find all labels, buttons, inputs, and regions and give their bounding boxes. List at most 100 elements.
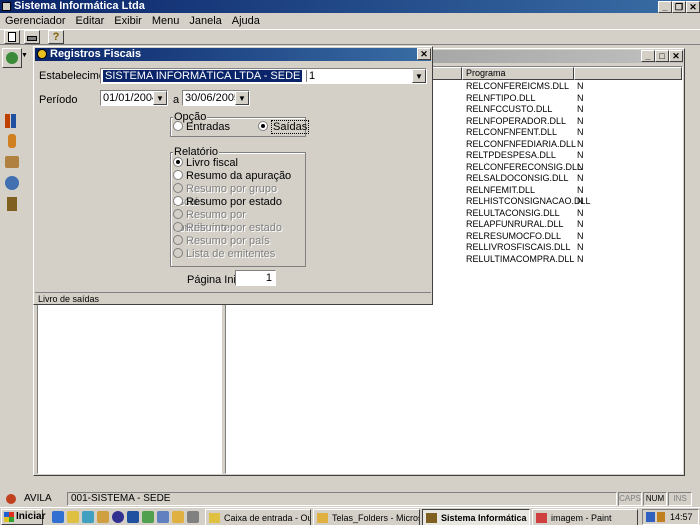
estabelecimento-dropdown-icon[interactable]: ▼: [412, 69, 426, 83]
task-outlook[interactable]: Caixa de entrada - Outl...: [205, 509, 311, 525]
menu-editar[interactable]: Editar: [71, 13, 110, 29]
taskbar: Iniciar Caixa de entrada - Outl... Telas…: [0, 507, 700, 525]
child-close-icon[interactable]: ✕: [669, 50, 683, 62]
books-icon[interactable]: [3, 112, 23, 132]
quick-desktop-icon[interactable]: [82, 511, 94, 523]
system-tray: 14:57: [642, 509, 699, 525]
help-icon[interactable]: ?: [48, 30, 64, 44]
table-row[interactable]: RELCONFNFEDIARIA.DLL N: [466, 139, 666, 151]
tray-network-icon[interactable]: [646, 512, 655, 522]
program-flag: N: [577, 207, 584, 218]
menu-exibir[interactable]: Exibir: [109, 13, 147, 29]
new-document-icon[interactable]: [4, 30, 20, 44]
quick-explorer-icon[interactable]: [97, 511, 109, 523]
table-row[interactable]: RELCONFEREICMS.DLL N: [466, 81, 666, 93]
person-icon[interactable]: [3, 132, 23, 152]
tools-icon[interactable]: [3, 153, 23, 173]
table-row[interactable]: RELNFOPERADOR.DLL N: [466, 116, 666, 128]
date-from-dropdown-icon[interactable]: ▼: [153, 91, 167, 105]
menu-janela[interactable]: Janela: [184, 13, 226, 29]
dialog-close-icon[interactable]: ✕: [417, 48, 431, 60]
program-name: RELSALDOCONSIG.DLL: [466, 173, 569, 183]
date-from-input[interactable]: 01/01/2004 ▼: [100, 90, 168, 106]
close-icon[interactable]: ✕: [686, 1, 700, 13]
program-name: RELTPDESPESA.DLL: [466, 150, 556, 160]
quick-media-icon[interactable]: [112, 511, 124, 523]
radio-icon: [173, 170, 183, 181]
radio-entradas[interactable]: Entradas: [173, 121, 230, 134]
exit-door-icon[interactable]: [3, 195, 23, 215]
table-row[interactable]: RELRESUMOCFO.DLL N: [466, 231, 666, 243]
task-paint[interactable]: imagem - Paint: [532, 509, 638, 525]
dialog-status-text: Livro de saídas: [38, 294, 100, 304]
relatorio-option[interactable]: Livro fiscal: [173, 157, 303, 170]
radio-saidas-label: Saídas: [271, 120, 310, 134]
table-row[interactable]: RELNFCCUSTO.DLL N: [466, 104, 666, 116]
start-label: Iniciar: [16, 511, 46, 522]
relatorio-option-label: Livro fiscal: [186, 157, 238, 169]
table-row[interactable]: RELLIVROSFISCAIS.DLL N: [466, 242, 666, 254]
restore-icon[interactable]: ❐: [672, 1, 686, 13]
estabelecimento-value: SISTEMA INFORMÁTICA LTDA - SEDE: [103, 70, 303, 82]
table-row[interactable]: RELULTACONSIG.DLL N: [466, 208, 666, 220]
relatorio-option-label: Resumo da apuração: [186, 170, 292, 182]
relatorio-option[interactable]: Resumo por estado: [173, 196, 303, 209]
quick-outlook-icon[interactable]: [67, 511, 79, 523]
table-row[interactable]: RELCONFERECONSIG.DLL N: [466, 162, 666, 174]
child-maximize-icon[interactable]: □: [655, 50, 669, 62]
dialog-title-bar: Registros Fiscais ✕: [35, 48, 431, 61]
quick-search-icon[interactable]: [127, 511, 139, 523]
program-name: RELNFEMIT.DLL: [466, 184, 536, 195]
num-label: NUM: [645, 494, 665, 503]
dropdown-arrow-icon[interactable]: ▼: [21, 52, 28, 59]
status-establishment-panel: 001-SISTEMA - SEDE: [67, 492, 617, 506]
tray-volume-icon[interactable]: [657, 512, 665, 522]
menu-ajuda[interactable]: Ajuda: [227, 13, 265, 29]
date-to-value: 30/06/2005: [185, 92, 241, 104]
print-icon[interactable]: [24, 30, 40, 44]
task-telas-folders[interactable]: Telas_Folders - Microsof...: [313, 509, 420, 525]
radio-saidas[interactable]: Saídas: [258, 120, 310, 134]
relatorio-option: Resumo por país: [173, 235, 303, 248]
quick-ie-icon[interactable]: [52, 511, 64, 523]
column-header-flag[interactable]: [574, 67, 682, 80]
radio-icon: [173, 196, 183, 207]
radio-icon: [173, 248, 183, 259]
ins-label: INS: [673, 494, 687, 503]
column-header-programa[interactable]: Programa: [462, 67, 574, 80]
table-row[interactable]: RELTPDESPESA.DLL N: [466, 150, 666, 162]
task-telas-folders-label: Telas_Folders - Microsof...: [332, 513, 419, 523]
child-minimize-icon[interactable]: _: [641, 50, 655, 62]
table-row[interactable]: RELNFEMIT.DLL N: [466, 185, 666, 197]
task-folder-icon: [317, 513, 328, 523]
minimize-icon[interactable]: _: [658, 1, 672, 13]
quick-network-icon[interactable]: [142, 511, 154, 523]
quick-folder-icon[interactable]: [172, 511, 184, 523]
network-icon[interactable]: [3, 174, 23, 194]
table-row[interactable]: RELSALDOCONSIG.DLL N: [466, 173, 666, 185]
date-from-value: 01/01/2004: [103, 92, 159, 104]
pagina-input[interactable]: 1: [235, 270, 276, 286]
user-icon: [6, 494, 16, 504]
table-row[interactable]: RELAPFUNRURAL.DLL N: [466, 219, 666, 231]
estabelecimento-select[interactable]: SISTEMA INFORMÁTICA LTDA - SEDE 1 ▼: [100, 68, 427, 84]
quick-app-icon[interactable]: [187, 511, 199, 523]
table-row[interactable]: RELNFTIPO.DLL N: [466, 93, 666, 105]
task-sistema[interactable]: Sistema Informática ...: [422, 509, 530, 525]
program-flag: N: [577, 242, 584, 252]
quick-mail-icon[interactable]: [157, 511, 169, 523]
menu-gerenciador[interactable]: Gerenciador: [0, 13, 71, 29]
menu-menu[interactable]: Menu: [147, 13, 185, 29]
column-header-programa-label: Programa: [466, 68, 506, 78]
start-button[interactable]: Iniciar: [1, 509, 46, 525]
table-row[interactable]: RELHISTCONSIGNACAO.DLL N: [466, 196, 666, 208]
relatorio-option[interactable]: Resumo da apuração: [173, 170, 303, 183]
table-row[interactable]: RELULTIMACOMPRA.DLL N: [466, 254, 666, 266]
program-name: RELNFTIPO.DLL: [466, 92, 536, 103]
users-icon[interactable]: [2, 48, 22, 68]
app-status-bar: AVILA 001-SISTEMA - SEDE CAPS NUM INS: [0, 492, 700, 506]
table-row[interactable]: RELCONFNFENT.DLL N: [466, 127, 666, 139]
date-to-dropdown-icon[interactable]: ▼: [235, 91, 249, 105]
date-to-input[interactable]: 30/06/2005 ▼: [182, 90, 250, 106]
relatorio-option-label: Resumo por estado: [186, 196, 282, 208]
